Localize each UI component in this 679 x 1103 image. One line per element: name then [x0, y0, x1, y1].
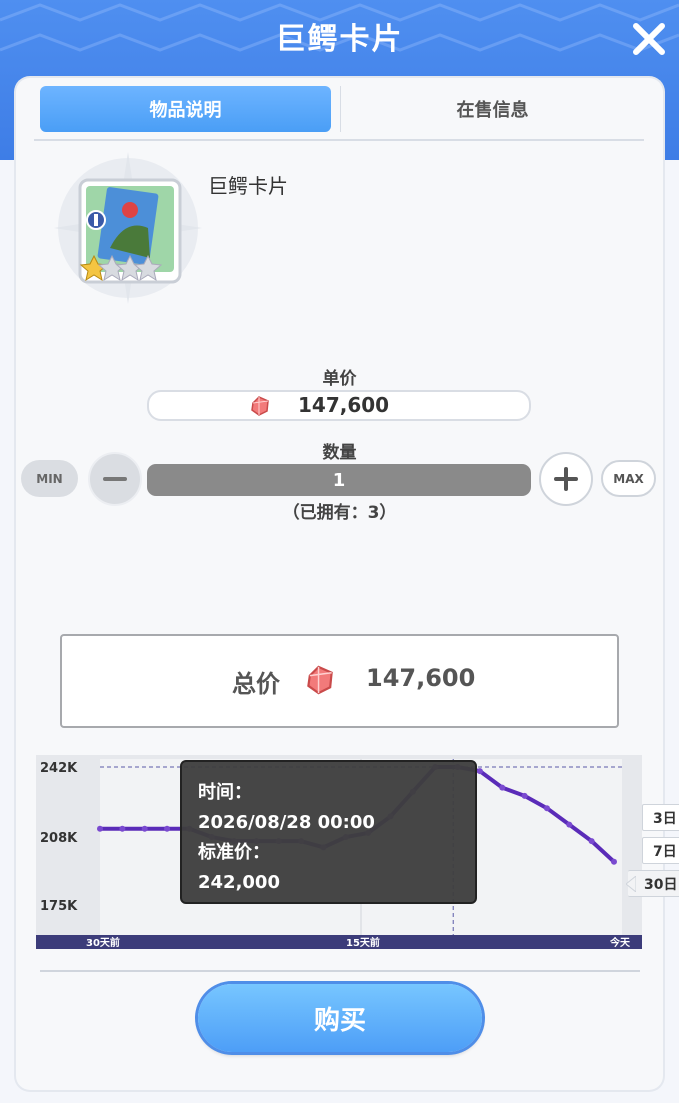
data-point — [521, 792, 528, 799]
range-tab-7d[interactable]: 7日 — [642, 837, 679, 864]
close-button[interactable] — [628, 18, 670, 60]
tab-underline — [34, 139, 644, 141]
x-axis-bar — [36, 935, 642, 949]
data-point — [566, 821, 573, 828]
data-point — [164, 825, 171, 832]
unit-price-value: 147,600 — [298, 393, 390, 417]
minus-icon — [103, 477, 127, 481]
tab-item-description[interactable]: 物品说明 — [40, 86, 331, 132]
tooltip-price-value: 242,000 — [198, 872, 280, 893]
data-point — [543, 805, 550, 812]
total-price-value: 147,600 — [366, 664, 476, 692]
window-title: 巨鳄卡片 — [275, 22, 404, 57]
plus-icon — [554, 467, 578, 491]
data-point — [97, 825, 103, 832]
tab-market-info[interactable]: 在售信息 — [341, 86, 644, 132]
y-tick-label: 242K — [40, 761, 78, 776]
min-button[interactable]: MIN — [21, 460, 78, 497]
tooltip-price-label: 标准价： — [198, 842, 270, 863]
zeny-gem-icon — [307, 665, 333, 695]
owned-count: （已拥有：3） — [282, 503, 397, 523]
section-divider — [40, 970, 640, 972]
y-tick-label: 208K — [40, 831, 78, 846]
item-card[interactable] — [50, 148, 206, 308]
selected-arrow-icon — [626, 876, 636, 892]
x-tick-label: 30天前 — [86, 936, 120, 949]
x-tick-label: 15天前 — [346, 936, 380, 949]
tab-divider — [340, 86, 341, 132]
buy-button[interactable]: 购买 — [198, 984, 482, 1052]
total-price-label: 总价 — [232, 670, 280, 698]
tab-bar: 物品说明 在售信息 — [40, 86, 644, 132]
data-point — [588, 838, 595, 845]
x-tick-label: 今天 — [609, 936, 631, 949]
item-name: 巨鳄卡片 — [208, 174, 288, 198]
unit-price-label: 单价 — [322, 369, 357, 389]
data-point — [119, 825, 126, 832]
max-button[interactable]: MAX — [601, 460, 656, 497]
range-tab-3d[interactable]: 3日 — [642, 804, 679, 831]
card-icon — [54, 152, 202, 304]
tooltip-time-value: 2026/08/28 00:00 — [198, 812, 375, 833]
zeny-gem-icon — [251, 396, 269, 416]
data-point — [611, 858, 617, 865]
close-icon — [633, 23, 665, 55]
data-point — [141, 825, 148, 832]
quantity-slider[interactable]: 1 — [147, 464, 531, 496]
tooltip-time-label: 时间： — [198, 782, 252, 803]
data-point — [499, 784, 506, 791]
data-point — [476, 768, 483, 775]
total-price-box — [60, 634, 619, 728]
chart-tooltip: 时间： 2026/08/28 00:00 标准价： 242,000 — [180, 760, 477, 904]
y-tick-label: 175K — [40, 899, 78, 914]
